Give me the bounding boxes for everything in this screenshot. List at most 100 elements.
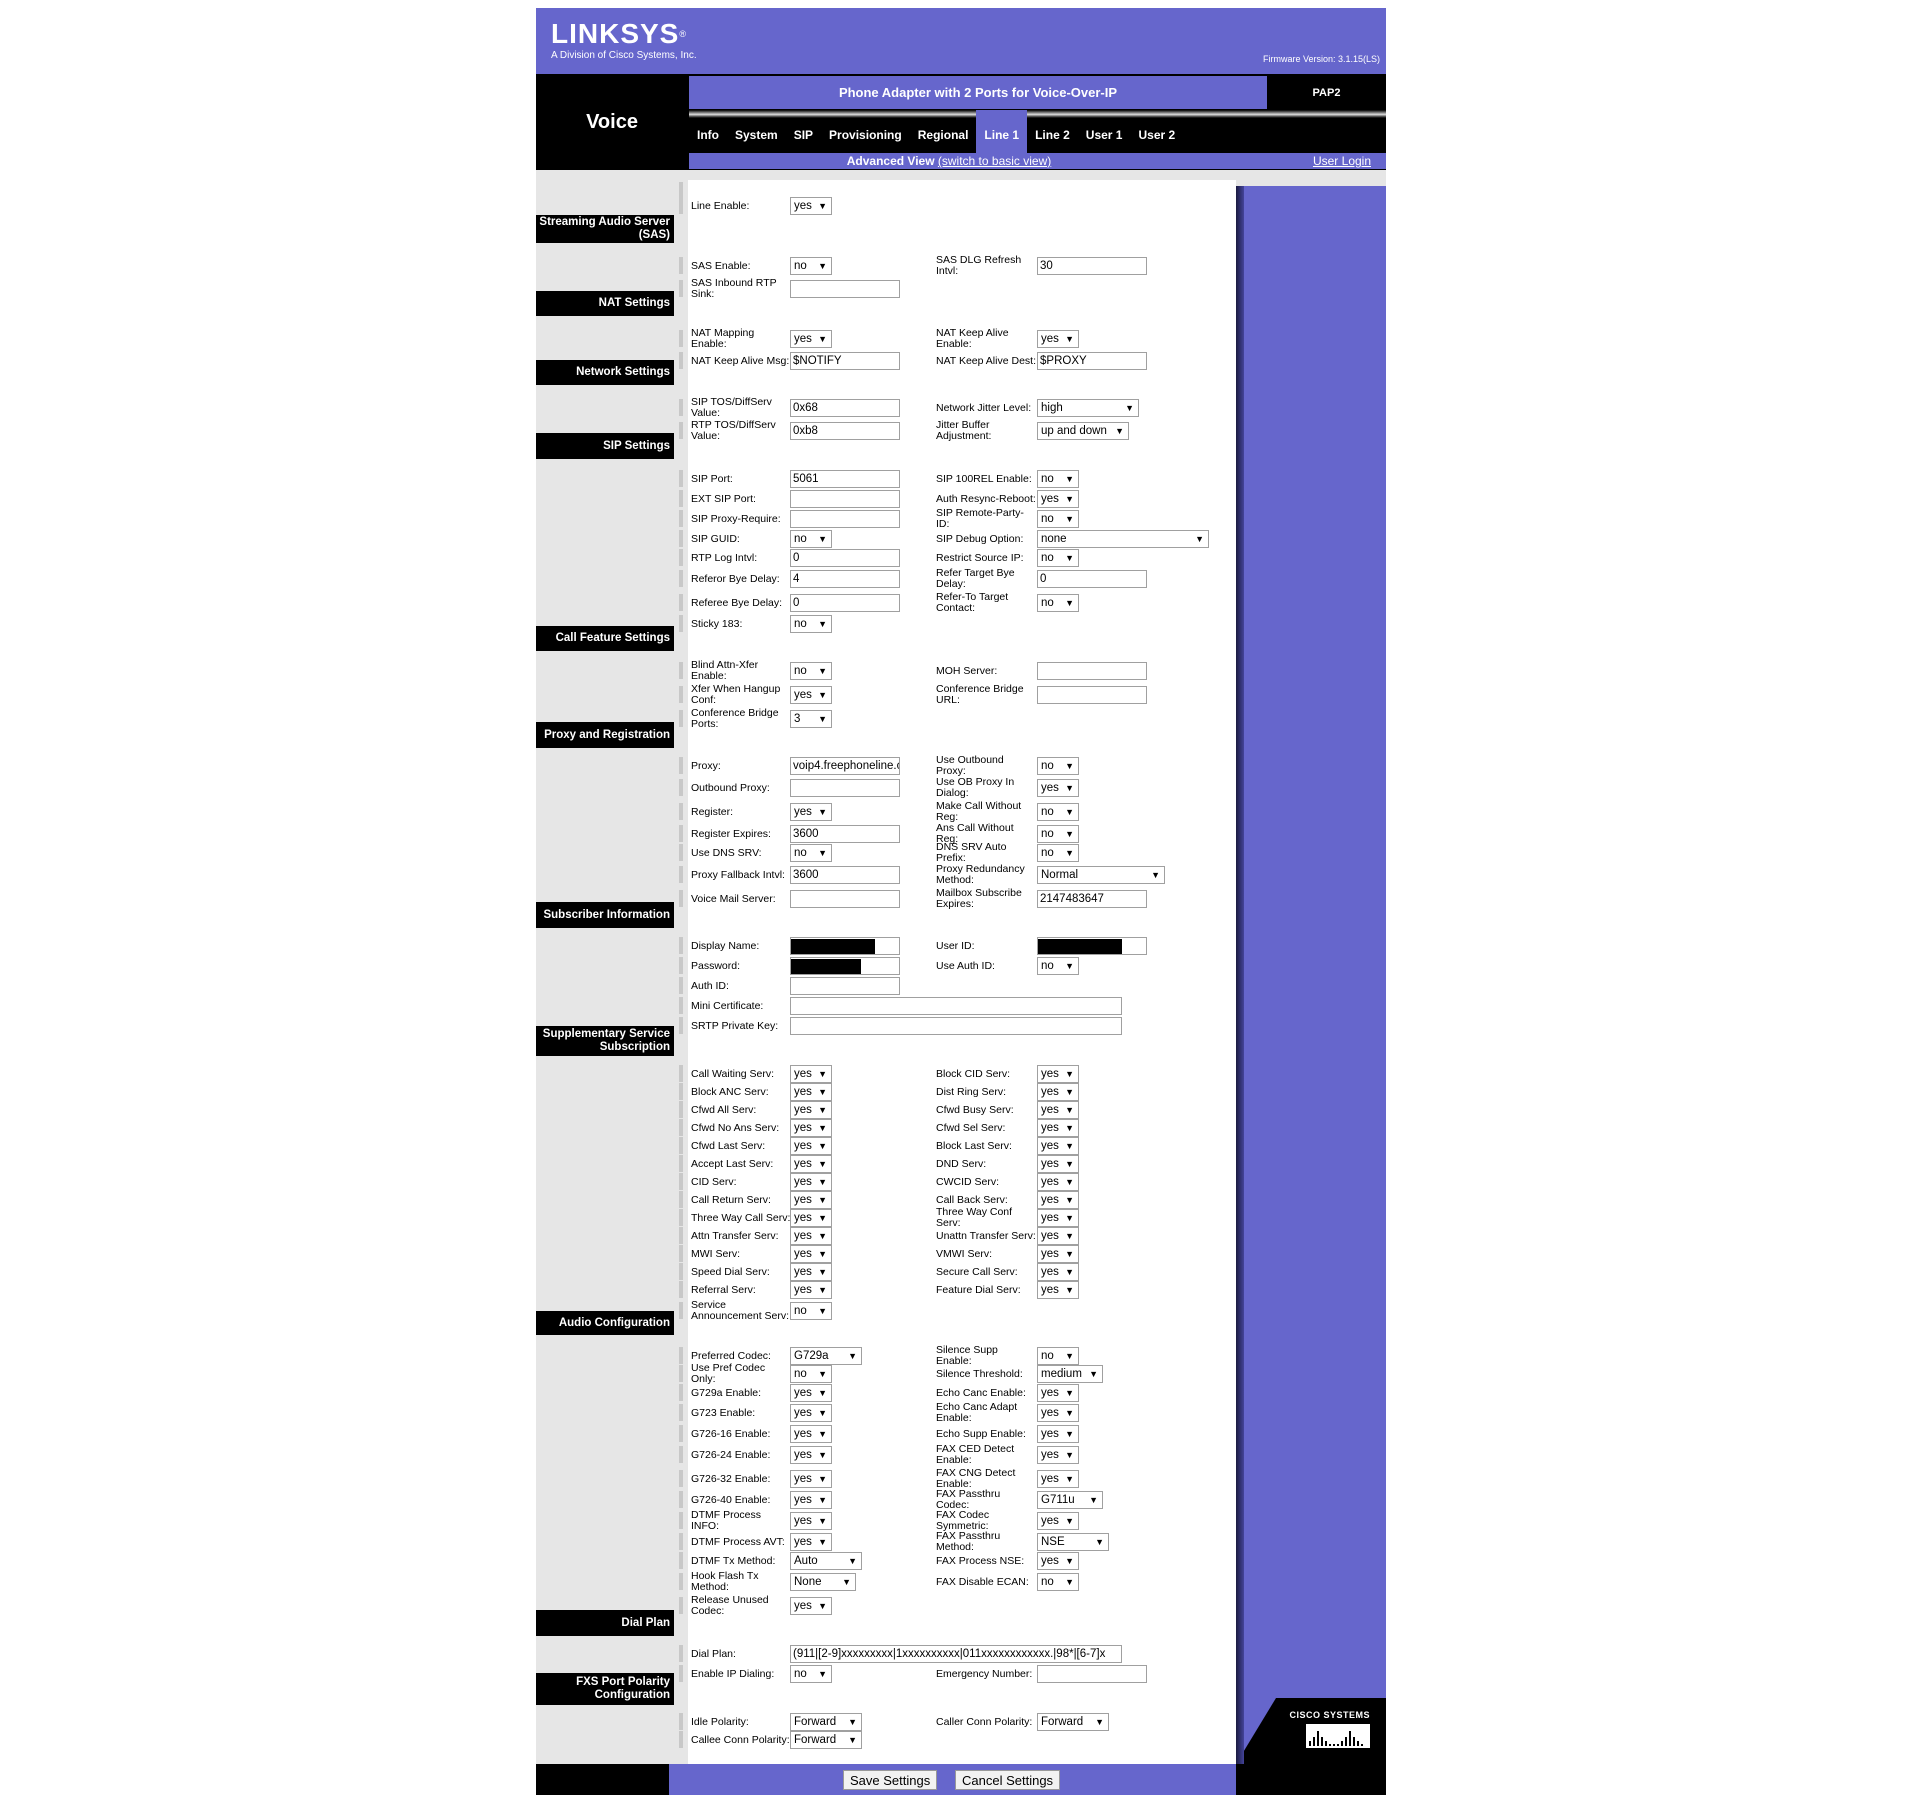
switch-basic-view-link[interactable]: (switch to basic view) — [938, 154, 1051, 168]
sip-port-input[interactable]: 5061 — [790, 470, 900, 488]
echo-canc-adapt-enable-select[interactable]: yes ▼ — [1037, 1404, 1079, 1422]
caller-conn-polarity-select[interactable]: Forward ▼ — [1037, 1713, 1109, 1731]
enable-ip-dialing-select[interactable]: no ▼ — [790, 1665, 832, 1683]
refer-to-target-contact-select[interactable]: no ▼ — [1037, 594, 1079, 612]
tab-line-1[interactable]: Line 1 — [976, 110, 1028, 153]
mailbox-subscribe-expires-input[interactable]: 2147483647 — [1037, 890, 1147, 908]
fax-passthru-codec-select[interactable]: G711u ▼ — [1037, 1491, 1103, 1509]
outbound-proxy-input[interactable] — [790, 779, 900, 797]
make-call-without-reg-select[interactable]: no ▼ — [1037, 803, 1079, 821]
echo-canc-enable-select[interactable]: yes ▼ — [1037, 1384, 1079, 1402]
preferred-codec-select[interactable]: G729a ▼ — [790, 1347, 862, 1365]
use-pref-codec-only-select[interactable]: no ▼ — [790, 1365, 832, 1383]
user-id-input[interactable] — [1037, 937, 1147, 955]
block-last-serv-select[interactable]: yes ▼ — [1037, 1137, 1079, 1155]
dist-ring-serv-select[interactable]: yes ▼ — [1037, 1083, 1079, 1101]
g726-24-enable-select[interactable]: yes ▼ — [790, 1446, 832, 1464]
voice-mail-server-input[interactable] — [790, 890, 900, 908]
sip-debug-option-select[interactable]: none ▼ — [1037, 530, 1209, 548]
tab-user-1[interactable]: User 1 — [1078, 118, 1131, 153]
sip-remote-party-id-select[interactable]: no ▼ — [1037, 510, 1079, 528]
g729a-enable-select[interactable]: yes ▼ — [790, 1384, 832, 1402]
register-select[interactable]: yes ▼ — [790, 803, 832, 821]
g726-32-enable-select[interactable]: yes ▼ — [790, 1470, 832, 1488]
speed-dial-serv-select[interactable]: yes ▼ — [790, 1263, 832, 1281]
proxy-redundancy-method-select[interactable]: Normal ▼ — [1037, 866, 1165, 884]
call-return-serv-select[interactable]: yes ▼ — [790, 1191, 832, 1209]
sas-inbound-rtp-sink-input[interactable] — [790, 280, 900, 298]
dtmf-tx-method-select[interactable]: Auto ▼ — [790, 1552, 862, 1570]
silence-supp-enable-select[interactable]: no ▼ — [1037, 1347, 1079, 1365]
nat-mapping-enable-select[interactable]: yes ▼ — [790, 330, 832, 348]
unattn-transfer-serv-select[interactable]: yes ▼ — [1037, 1227, 1079, 1245]
use-auth-id-select[interactable]: no ▼ — [1037, 957, 1079, 975]
service-announcement-serv-select[interactable]: no ▼ — [790, 1302, 832, 1320]
fax-disable-ecan-select[interactable]: no ▼ — [1037, 1573, 1079, 1591]
cfwd-all-serv-select[interactable]: yes ▼ — [790, 1101, 832, 1119]
g726-40-enable-select[interactable]: yes ▼ — [790, 1491, 832, 1509]
xfer-when-hangup-conf-select[interactable]: yes ▼ — [790, 686, 832, 704]
user-login-link[interactable]: User Login — [1313, 154, 1371, 168]
sip-guid-select[interactable]: no ▼ — [790, 530, 832, 548]
emergency-number-input[interactable] — [1037, 1665, 1147, 1683]
use-dns-srv-select[interactable]: no ▼ — [790, 844, 832, 862]
fax-process-nse-select[interactable]: yes ▼ — [1037, 1552, 1079, 1570]
save-settings-button[interactable]: Save Settings — [843, 1770, 938, 1790]
silence-threshold-select[interactable]: medium ▼ — [1037, 1365, 1103, 1383]
block-cid-serv-select[interactable]: yes ▼ — [1037, 1065, 1079, 1083]
callee-conn-polarity-select[interactable]: Forward ▼ — [790, 1731, 862, 1749]
refer-target-bye-delay-input[interactable]: 0 — [1037, 570, 1147, 588]
dial-plan-input[interactable]: (911|[2-9]xxxxxxxxx|1xxxxxxxxxx|011xxxxx… — [790, 1645, 1122, 1663]
secure-call-serv-select[interactable]: yes ▼ — [1037, 1263, 1079, 1281]
referee-bye-delay-input[interactable]: 0 — [790, 594, 900, 612]
fax-ced-detect-enable-select[interactable]: yes ▼ — [1037, 1446, 1079, 1464]
register-expires-input[interactable]: 3600 — [790, 825, 900, 843]
nat-keep-alive-msg-input[interactable]: $NOTIFY — [790, 352, 900, 370]
referral-serv-select[interactable]: yes ▼ — [790, 1281, 832, 1299]
mini-certificate-input[interactable] — [790, 997, 1122, 1015]
rtp-tos-diffserv-value-input[interactable]: 0xb8 — [790, 422, 900, 440]
tab-sip[interactable]: SIP — [786, 118, 821, 153]
feature-dial-serv-select[interactable]: yes ▼ — [1037, 1281, 1079, 1299]
sas-dlg-refresh-intvl-input[interactable]: 30 — [1037, 257, 1147, 275]
cfwd-sel-serv-select[interactable]: yes ▼ — [1037, 1119, 1079, 1137]
password-input[interactable] — [790, 957, 900, 975]
three-way-call-serv-select[interactable]: yes ▼ — [790, 1209, 832, 1227]
nat-keep-alive-dest-input[interactable]: $PROXY — [1037, 352, 1147, 370]
moh-server-input[interactable] — [1037, 662, 1147, 680]
mwi-serv-select[interactable]: yes ▼ — [790, 1245, 832, 1263]
three-way-conf-serv-select[interactable]: yes ▼ — [1037, 1209, 1079, 1227]
tab-info[interactable]: Info — [689, 118, 727, 153]
dtmf-process-avt-select[interactable]: yes ▼ — [790, 1533, 832, 1551]
cfwd-busy-serv-select[interactable]: yes ▼ — [1037, 1101, 1079, 1119]
dns-srv-auto-prefix-select[interactable]: no ▼ — [1037, 844, 1079, 862]
sip-100rel-enable-select[interactable]: no ▼ — [1037, 470, 1079, 488]
use-outbound-proxy-select[interactable]: no ▼ — [1037, 757, 1079, 775]
accept-last-serv-select[interactable]: yes ▼ — [790, 1155, 832, 1173]
tab-regional[interactable]: Regional — [910, 118, 977, 153]
ans-call-without-reg-select[interactable]: no ▼ — [1037, 825, 1079, 843]
referor-bye-delay-input[interactable]: 4 — [790, 570, 900, 588]
nat-keep-alive-enable-select[interactable]: yes ▼ — [1037, 330, 1079, 348]
cfwd-no-ans-serv-select[interactable]: yes ▼ — [790, 1119, 832, 1137]
g726-16-enable-select[interactable]: yes ▼ — [790, 1425, 832, 1443]
use-ob-proxy-in-dialog-select[interactable]: yes ▼ — [1037, 779, 1079, 797]
cancel-settings-button[interactable]: Cancel Settings — [955, 1770, 1061, 1790]
fax-codec-symmetric-select[interactable]: yes ▼ — [1037, 1512, 1079, 1530]
sip-proxy-require-input[interactable] — [790, 510, 900, 528]
sticky-183-select[interactable]: no ▼ — [790, 615, 832, 633]
tab-user-2[interactable]: User 2 — [1130, 118, 1183, 153]
dnd-serv-select[interactable]: yes ▼ — [1037, 1155, 1079, 1173]
call-waiting-serv-select[interactable]: yes ▼ — [790, 1065, 832, 1083]
jitter-buffer-adjustment-select[interactable]: up and down ▼ — [1037, 422, 1129, 440]
vmwi-serv-select[interactable]: yes ▼ — [1037, 1245, 1079, 1263]
echo-supp-enable-select[interactable]: yes ▼ — [1037, 1425, 1079, 1443]
auth-resync-reboot-select[interactable]: yes ▼ — [1037, 490, 1079, 508]
call-back-serv-select[interactable]: yes ▼ — [1037, 1191, 1079, 1209]
conference-bridge-ports-select[interactable]: 3 ▼ — [790, 710, 832, 728]
cid-serv-select[interactable]: yes ▼ — [790, 1173, 832, 1191]
cfwd-last-serv-select[interactable]: yes ▼ — [790, 1137, 832, 1155]
hook-flash-tx-method-select[interactable]: None ▼ — [790, 1573, 856, 1591]
rtp-log-intvl-input[interactable]: 0 — [790, 549, 900, 567]
tab-system[interactable]: System — [727, 118, 786, 153]
